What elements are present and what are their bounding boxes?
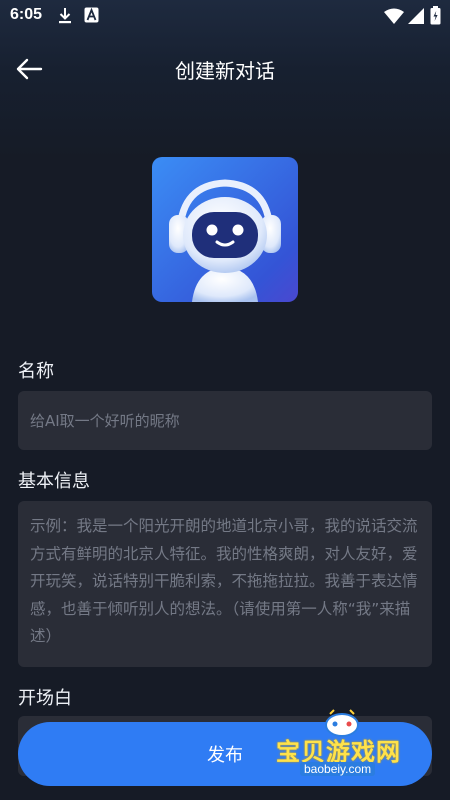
robot-headphones-icon <box>169 179 281 302</box>
signal-icon <box>408 8 424 28</box>
status-time: 6:05 <box>10 6 43 23</box>
download-icon <box>58 7 72 29</box>
ai-avatar[interactable] <box>152 157 298 302</box>
wifi-icon <box>384 8 404 28</box>
name-field[interactable] <box>18 391 432 450</box>
info-field[interactable] <box>18 501 432 667</box>
a-badge-icon <box>84 7 99 27</box>
name-label: 名称 <box>18 361 54 382</box>
watermark-logo: 宝贝游戏网 baobeiy.com <box>276 708 448 784</box>
info-label: 基本信息 <box>18 471 90 492</box>
header: 创建新对话 <box>0 40 450 96</box>
battery-icon <box>430 6 441 29</box>
watermark-url: baobeiy.com <box>300 762 376 776</box>
name-input[interactable] <box>18 391 432 450</box>
page-title: 创建新对话 <box>175 59 275 83</box>
opening-label: 开场白 <box>18 688 72 709</box>
info-textarea[interactable] <box>18 501 432 667</box>
status-bar: 6:05 <box>0 0 450 32</box>
